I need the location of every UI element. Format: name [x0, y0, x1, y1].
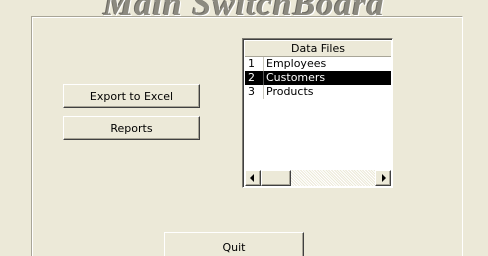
list-item-id: 3: [248, 85, 255, 98]
export-to-excel-button[interactable]: Export to Excel: [63, 84, 200, 108]
list-item-name: Employees: [266, 57, 327, 70]
data-files-rows: 1 Employees 2 Customers 3 Products: [245, 57, 391, 99]
list-item-name: Customers: [266, 71, 326, 84]
scrollbar-thumb[interactable]: [261, 170, 291, 186]
list-item-name: Products: [266, 85, 314, 98]
column-divider: [263, 71, 264, 85]
list-item[interactable]: 1 Employees: [245, 57, 391, 71]
horizontal-scrollbar[interactable]: [245, 170, 391, 186]
list-item-id: 1: [248, 57, 255, 70]
quit-button[interactable]: Quit: [164, 232, 304, 256]
scroll-right-button[interactable]: [375, 170, 391, 186]
list-item-id: 2: [248, 71, 255, 84]
reports-button[interactable]: Reports: [63, 116, 200, 140]
list-item[interactable]: 2 Customers: [245, 71, 391, 85]
arrow-right-icon: [382, 174, 386, 182]
data-files-header: Data Files: [245, 41, 391, 57]
arrow-left-icon: [250, 174, 254, 182]
data-files-listbox[interactable]: Data Files 1 Employees 2 Customers 3 Pro…: [242, 38, 393, 188]
list-item[interactable]: 3 Products: [245, 85, 391, 99]
column-divider: [263, 57, 264, 71]
column-divider: [263, 85, 264, 99]
scroll-left-button[interactable]: [245, 170, 261, 186]
